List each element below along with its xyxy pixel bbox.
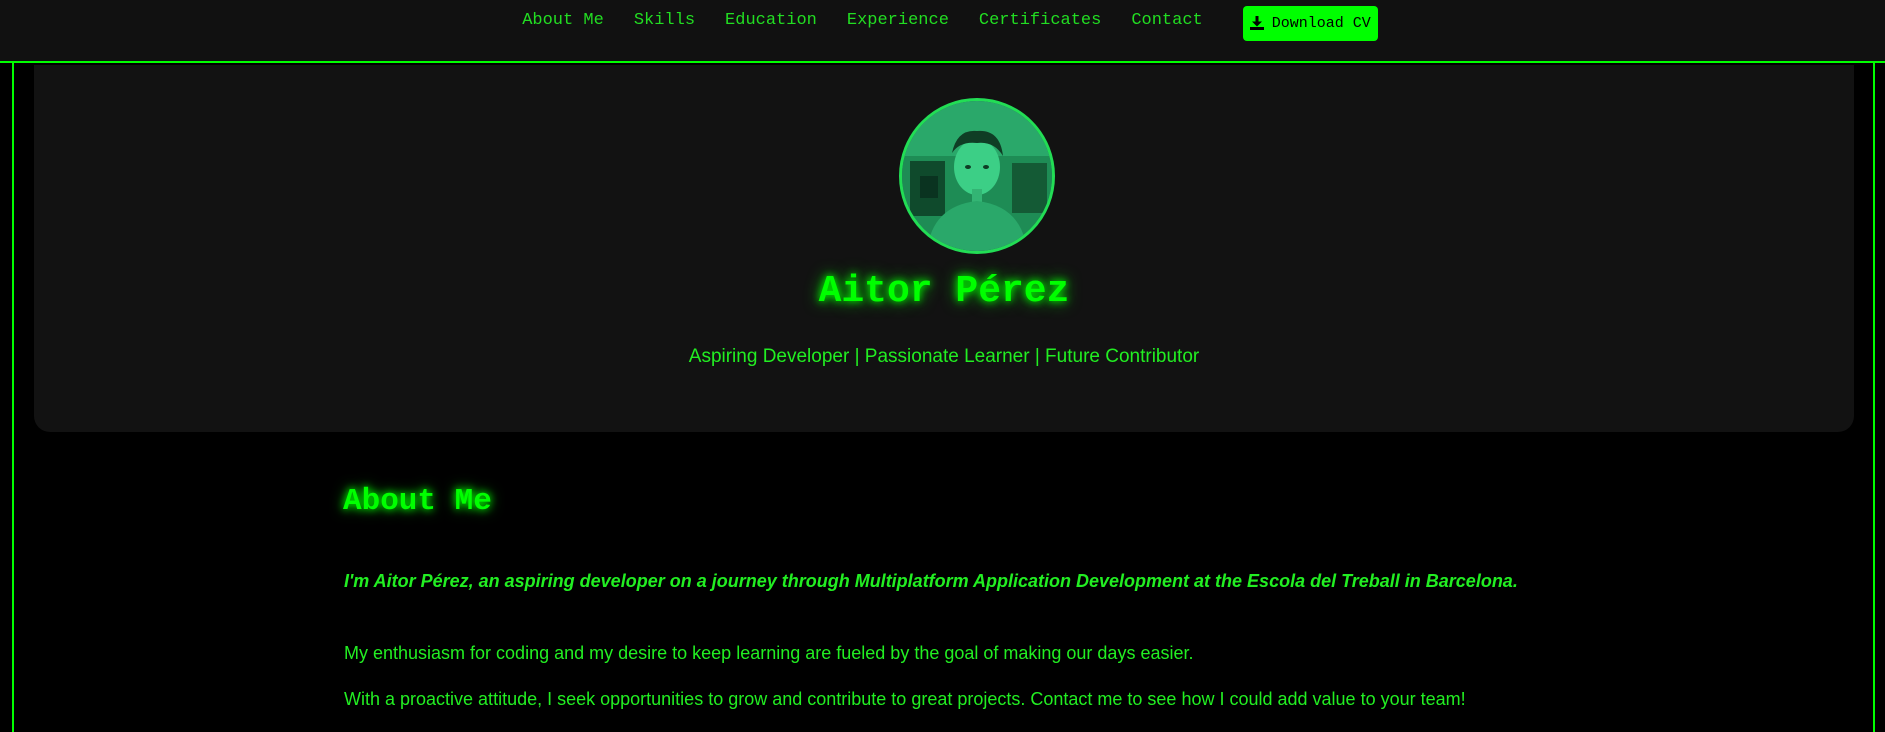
about-me-heading: About Me — [343, 484, 492, 519]
nav-links: About Me Skills Education Experience Cer… — [0, 0, 1885, 41]
download-cv-button[interactable]: Download CV — [1242, 5, 1378, 41]
frame-right-border — [1873, 63, 1875, 732]
nav-link-education[interactable]: Education — [725, 11, 817, 30]
hero-card: Aitor Pérez Aspiring Developer | Passion… — [34, 65, 1854, 432]
nav-link-skills[interactable]: Skills — [634, 11, 695, 30]
download-cv-label: Download CV — [1271, 14, 1371, 32]
frame-left-border — [12, 63, 14, 732]
about-paragraph-1: My enthusiasm for coding and my desire t… — [344, 643, 1194, 663]
nav-link-certificates[interactable]: Certificates — [979, 11, 1101, 30]
nav-link-experience[interactable]: Experience — [847, 11, 949, 30]
about-intro: I'm Aitor Pérez, an aspiring developer o… — [344, 571, 1518, 591]
hero-name: Aitor Pérez — [818, 270, 1070, 313]
hero-tagline: Aspiring Developer | Passionate Learner … — [688, 346, 1200, 367]
download-icon — [1249, 16, 1264, 30]
avatar-photo — [902, 101, 1052, 251]
top-navbar: About Me Skills Education Experience Cer… — [0, 0, 1885, 63]
avatar — [899, 98, 1055, 254]
about-paragraph-2: With a proactive attitude, I seek opport… — [344, 689, 1466, 709]
nav-link-about-me[interactable]: About Me — [522, 11, 604, 30]
nav-link-contact[interactable]: Contact — [1131, 11, 1202, 30]
